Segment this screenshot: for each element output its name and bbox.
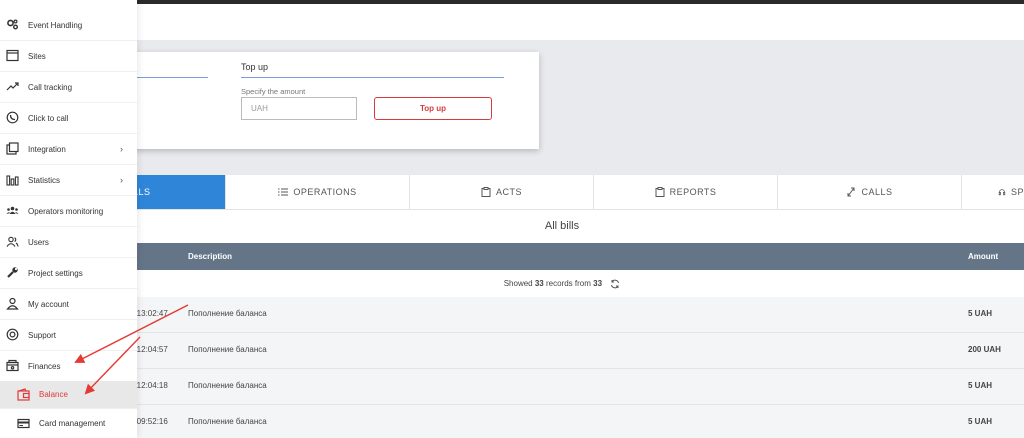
column-amount: Amount (968, 252, 999, 261)
sidebar: Event Handling Sites Call tracking Click… (0, 0, 137, 438)
finances-icon (6, 359, 19, 372)
tab-reports[interactable]: REPORTS (594, 175, 778, 210)
table-row[interactable]: 4 12:04:18 Пополнение баланса 5 UAH (100, 369, 1024, 405)
table-row[interactable]: 5 09:52:16 Пополнение баланса 5 UAH (100, 405, 1024, 438)
header-band (0, 4, 1024, 40)
sidebar-item-label: Sites (28, 51, 46, 61)
row-amount: 5 UAH (968, 309, 993, 318)
table-header: Description Amount (100, 243, 1024, 270)
tab-label: REPORTS (669, 187, 717, 197)
gears-icon (7, 19, 18, 30)
topup-card: Top up Specify the amount UAH Top up (100, 52, 539, 149)
support-icon (6, 328, 19, 341)
chevron-right-icon: › (120, 144, 123, 154)
sidebar-item-users[interactable]: Users (0, 227, 137, 258)
clipboard-icon (655, 187, 665, 197)
amount-label: Specify the amount (241, 87, 306, 96)
sidebar-item-call-tracking[interactable]: Call tracking (0, 72, 137, 103)
finance-tabs: ILLS OPERATIONS ACTS REPORTS CALLS SP (100, 175, 1024, 210)
showed-prefix: Showed (503, 279, 533, 288)
tab-sp[interactable]: SP (962, 175, 1024, 210)
sidebar-item-label: Users (28, 237, 49, 247)
sidebar-item-finances[interactable]: Finances (0, 351, 137, 382)
clipboard-icon (481, 187, 491, 197)
tab-label: SP (1010, 187, 1024, 197)
sidebar-item-label: Integration (28, 144, 66, 154)
sidebar-item-operators-monitoring[interactable]: Operators monitoring (0, 196, 137, 227)
table-row[interactable]: 4 12:04:57 Пополнение баланса 200 UAH (100, 333, 1024, 369)
list-icon (278, 188, 289, 196)
sidebar-item-integration[interactable]: Integration › (0, 134, 137, 165)
tab-label: OPERATIONS (293, 187, 357, 197)
person-icon (6, 297, 19, 310)
sidebar-item-label: Call tracking (28, 82, 73, 92)
topup-underline (241, 77, 504, 78)
row-amount: 200 UAH (968, 345, 1001, 354)
row-description: Пополнение баланса (188, 345, 267, 354)
sidebar-item-label: Project settings (28, 268, 83, 278)
sidebar-item-event-handling[interactable]: Event Handling (0, 10, 137, 41)
headset-icon (998, 189, 1006, 196)
records-summary: Showed 33 records from 33 (100, 270, 1024, 297)
topup-title: Top up (241, 62, 269, 72)
tab-label: CALLS (861, 187, 893, 197)
row-amount: 5 UAH (968, 381, 993, 390)
wrench-icon (7, 267, 18, 278)
sidebar-item-statistics[interactable]: Statistics › (0, 165, 137, 196)
phone-icon (6, 111, 19, 124)
transfer-icon (847, 187, 855, 197)
sidebar-item-sites[interactable]: Sites (0, 41, 137, 72)
tab-operations[interactable]: OPERATIONS (226, 175, 410, 210)
showed-total: 33 (593, 279, 603, 288)
window-icon (6, 49, 19, 62)
sidebar-item-my-account[interactable]: My account (0, 289, 137, 320)
bar-chart-icon (6, 175, 19, 186)
tab-calls[interactable]: CALLS (778, 175, 962, 210)
integration-icon (6, 142, 19, 155)
refresh-icon[interactable] (610, 279, 620, 289)
tab-label: ACTS (495, 187, 522, 197)
row-description: Пополнение баланса (188, 381, 267, 390)
showed-count: 33 (534, 279, 544, 288)
sidebar-item-card-management[interactable]: Card management (0, 409, 137, 438)
sidebar-item-label: Operators monitoring (28, 206, 104, 216)
tab-acts[interactable]: ACTS (410, 175, 594, 210)
bills-title: All bills (100, 210, 1024, 243)
wallet-icon (17, 388, 30, 401)
column-description: Description (188, 252, 233, 261)
sidebar-item-project-settings[interactable]: Project settings (0, 258, 137, 289)
topup-button[interactable]: Top up (374, 97, 492, 120)
row-description: Пополнение баланса (188, 309, 267, 318)
sidebar-item-label: Event Handling (28, 20, 83, 30)
card-icon (17, 418, 30, 429)
sidebar-item-balance[interactable]: Balance (0, 381, 137, 409)
sidebar-item-label: Support (28, 330, 57, 340)
sidebar-item-label: Click to call (28, 113, 69, 123)
row-amount: 5 UAH (968, 417, 993, 426)
sidebar-item-label: Balance (39, 390, 68, 399)
sidebar-item-click-to-call[interactable]: Click to call (0, 103, 137, 134)
sidebar-item-label: My account (28, 299, 69, 309)
table-row[interactable]: 5 13:02:47 Пополнение баланса 5 UAH (100, 297, 1024, 333)
left-tab-underline (136, 77, 208, 78)
showed-middle: records from (546, 279, 591, 288)
trend-icon (6, 82, 19, 91)
group-icon (6, 206, 19, 214)
users-icon (6, 236, 19, 247)
sidebar-item-support[interactable]: Support (0, 320, 137, 351)
sidebar-item-label: Finances (28, 361, 61, 371)
amount-input[interactable]: UAH (241, 97, 357, 120)
sidebar-item-label: Statistics (28, 175, 61, 185)
row-description: Пополнение баланса (188, 417, 267, 426)
sidebar-item-label: Card management (39, 419, 106, 428)
chevron-right-icon: › (120, 175, 123, 185)
